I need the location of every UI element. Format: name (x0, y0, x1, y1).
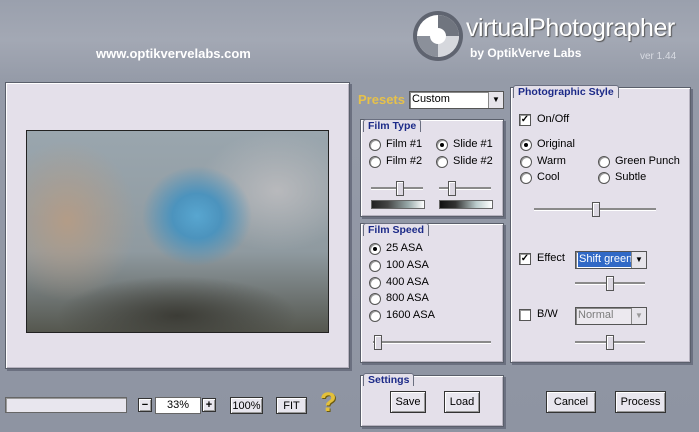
zoom-value: 33% (155, 397, 201, 414)
bw-slider-thumb[interactable] (606, 335, 614, 350)
zoom-out-button[interactable]: − (138, 398, 152, 412)
film1-radio[interactable] (369, 139, 381, 151)
asa1600-radio[interactable] (369, 310, 381, 322)
help-icon[interactable]: ? (320, 387, 337, 418)
style-green-punch-radio[interactable] (598, 156, 610, 168)
style-original-label: Original (537, 138, 575, 150)
app-title: virtualPhotographer (466, 14, 675, 42)
app-byline: by OptikVerve Labs (470, 46, 582, 60)
style-warm-radio[interactable] (520, 156, 532, 168)
slide2-label: Slide #2 (453, 155, 493, 167)
film-type-right-slider-track[interactable] (439, 187, 491, 190)
film-speed-slider-track[interactable] (373, 341, 491, 344)
onoff-label: On/Off (537, 113, 570, 125)
chevron-down-icon[interactable]: ▼ (488, 92, 503, 108)
presets-value: Custom (412, 93, 450, 105)
film-speed-title: Film Speed (363, 223, 430, 236)
website-link[interactable]: www.optikvervelabs.com (96, 46, 251, 61)
bw-checkbox[interactable] (519, 309, 531, 321)
effect-label: Effect (537, 252, 565, 264)
asa25-radio[interactable] (369, 243, 381, 255)
asa800-label: 800 ASA (386, 292, 429, 304)
style-cool-radio[interactable] (520, 172, 532, 184)
film2-radio[interactable] (369, 156, 381, 168)
asa400-label: 400 ASA (386, 276, 429, 288)
app-version: ver 1.44 (640, 51, 677, 62)
bw-label: B/W (537, 308, 558, 320)
film-type-right-slider-thumb[interactable] (448, 181, 456, 196)
asa400-radio[interactable] (369, 277, 381, 289)
zoom-fit-button[interactable]: FIT (276, 397, 307, 414)
presets-label: Presets (358, 92, 405, 107)
film-type-right-gradient (439, 200, 493, 209)
style-subtle-label: Subtle (615, 171, 647, 183)
bw-value: Normal (578, 309, 614, 321)
effect-value: Shift green (578, 252, 634, 267)
style-original-radio[interactable] (520, 139, 532, 151)
onoff-checkbox[interactable]: ✓ (519, 114, 531, 126)
slide1-label: Slide #1 (453, 138, 493, 150)
progress-bar (5, 397, 127, 413)
load-button[interactable]: Load (444, 391, 480, 413)
bw-select[interactable]: Normal ▼ (575, 307, 647, 325)
zoom-in-button[interactable]: + (202, 398, 216, 412)
settings-title: Settings (363, 373, 415, 386)
photographic-style-title: Photographic Style (513, 85, 619, 98)
film-type-left-slider-thumb[interactable] (396, 181, 404, 196)
film2-label: Film #2 (386, 155, 423, 167)
process-button[interactable]: Process (615, 391, 666, 413)
chevron-down-icon[interactable]: ▼ (631, 308, 646, 324)
cancel-button[interactable]: Cancel (546, 391, 596, 413)
chevron-down-icon[interactable]: ▼ (631, 252, 646, 268)
slide2-radio[interactable] (436, 156, 448, 168)
style-subtle-radio[interactable] (598, 172, 610, 184)
film-type-title: Film Type (363, 119, 422, 132)
slide1-radio[interactable] (436, 139, 448, 151)
style-green-punch-label: Green Punch (615, 155, 680, 167)
preview-image (26, 130, 329, 333)
zoom-100-button[interactable]: 100% (230, 397, 263, 414)
presets-select[interactable]: Custom ▼ (409, 91, 504, 109)
asa100-label: 100 ASA (386, 259, 429, 271)
film-type-left-gradient (371, 200, 425, 209)
effect-select[interactable]: Shift green ▼ (575, 251, 647, 269)
style-cool-label: Cool (537, 171, 560, 183)
app-logo-icon (412, 10, 464, 62)
asa1600-label: 1600 ASA (386, 309, 435, 321)
effect-slider-thumb[interactable] (606, 276, 614, 291)
asa25-label: 25 ASA (386, 242, 423, 254)
style-slider-thumb[interactable] (592, 202, 600, 217)
asa800-radio[interactable] (369, 293, 381, 305)
film1-label: Film #1 (386, 138, 423, 150)
save-button[interactable]: Save (390, 391, 426, 413)
film-speed-slider-thumb[interactable] (374, 335, 382, 350)
asa100-radio[interactable] (369, 260, 381, 272)
style-warm-label: Warm (537, 155, 566, 167)
effect-checkbox[interactable]: ✓ (519, 253, 531, 265)
